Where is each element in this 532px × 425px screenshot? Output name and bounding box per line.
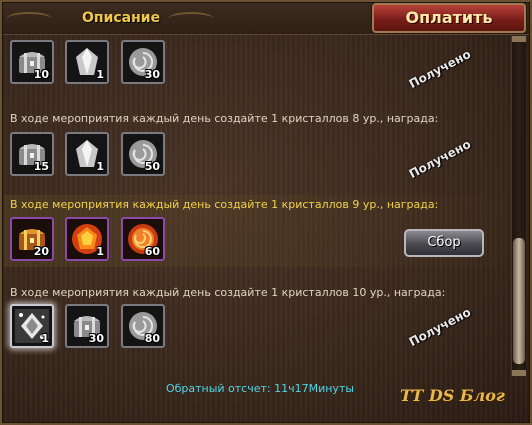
scroll-down-cap[interactable]	[512, 370, 526, 376]
task-description: В ходе мероприятия каждый день создайте …	[10, 112, 439, 125]
item-quantity: 10	[33, 68, 49, 81]
claimed-stamp: Получено	[406, 136, 474, 182]
item-quantity: 80	[144, 332, 160, 345]
reward-item-silver-orb[interactable]: 80	[121, 304, 165, 348]
item-quantity: 15	[33, 160, 49, 173]
reward-item-silver-orb[interactable]: 30	[121, 40, 165, 84]
scrollbar[interactable]	[511, 36, 526, 376]
reward-item-silver-chest[interactable]: 30	[65, 304, 109, 348]
reward-item-sparkle-crystal[interactable]: 1	[10, 304, 54, 348]
reward-item-fire-gem[interactable]: 1	[65, 217, 109, 261]
ornament-left	[6, 12, 52, 26]
reward-item-fire-orb[interactable]: 60	[121, 217, 165, 261]
claimed-stamp: Получено	[406, 304, 474, 350]
reward-item-silver-chest[interactable]: 10	[10, 40, 54, 84]
item-quantity: 50	[144, 160, 160, 173]
item-quantity: 30	[88, 332, 104, 345]
tab-description[interactable]: Описание	[82, 10, 160, 26]
item-quantity: 1	[41, 332, 49, 345]
event-reward-panel: Описание Оплатить 10 1 30 Получено В ход…	[0, 0, 532, 425]
claimed-stamp: Получено	[406, 46, 474, 92]
item-quantity: 60	[144, 245, 160, 258]
item-quantity: 1	[96, 68, 104, 81]
item-quantity: 30	[144, 68, 160, 81]
item-quantity: 1	[96, 160, 104, 173]
ornament-right	[168, 12, 214, 26]
item-quantity: 1	[96, 245, 104, 258]
task-description: В ходе мероприятия каждый день создайте …	[10, 198, 439, 211]
reward-item-silver-orb[interactable]: 50	[121, 132, 165, 176]
pay-button[interactable]: Оплатить	[372, 3, 526, 33]
reward-item-silver-crystal[interactable]: 1	[65, 132, 109, 176]
collect-button[interactable]: Сбор	[404, 229, 484, 257]
item-quantity: 20	[33, 245, 49, 258]
task-description: В ходе мероприятия каждый день создайте …	[10, 286, 446, 299]
reward-item-silver-crystal[interactable]: 1	[65, 40, 109, 84]
watermark: TT DS Блог	[400, 386, 505, 405]
reward-item-gold-chest[interactable]: 20	[10, 217, 54, 261]
scroll-up-cap[interactable]	[512, 36, 526, 42]
scroll-thumb[interactable]	[513, 238, 525, 364]
reward-item-silver-chest[interactable]: 15	[10, 132, 54, 176]
